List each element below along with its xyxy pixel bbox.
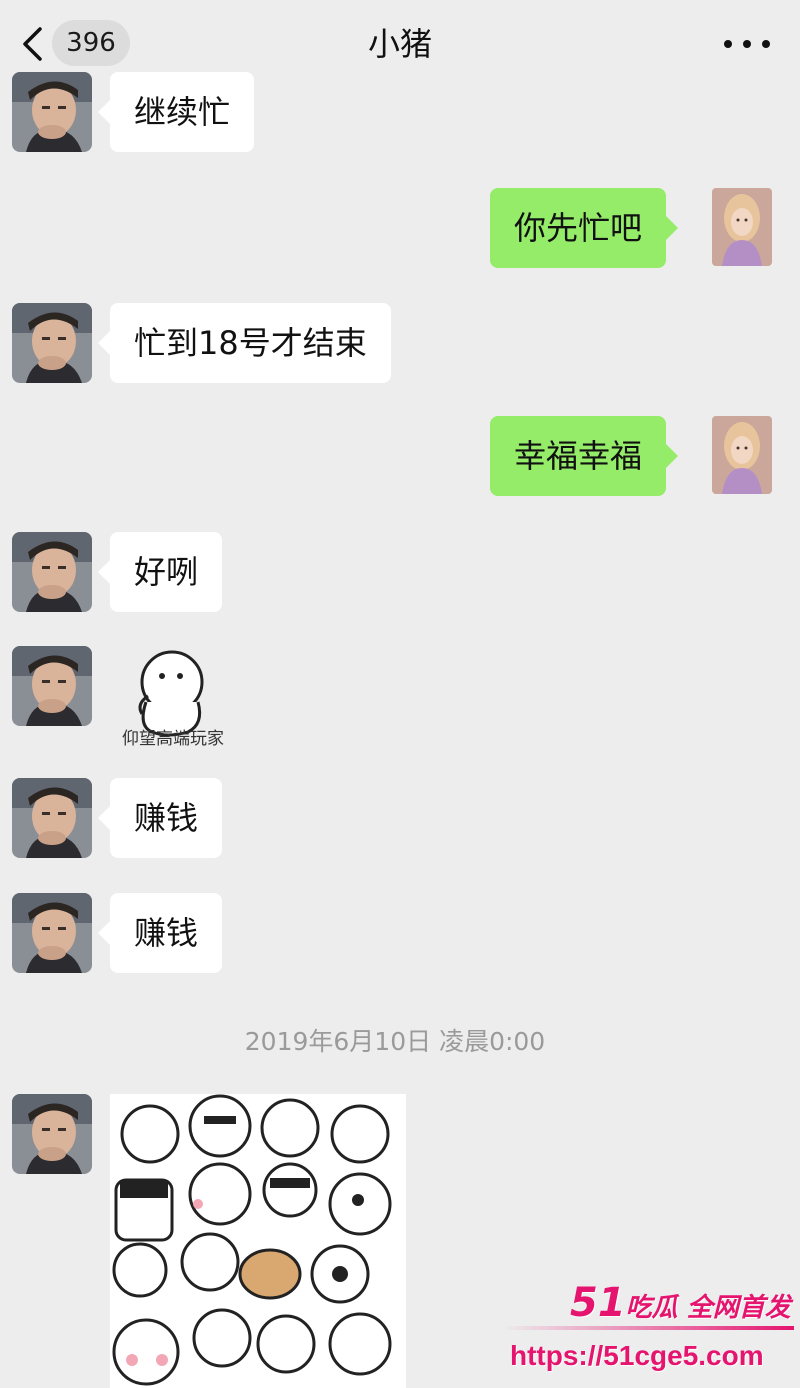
contact-avatar[interactable] [12, 72, 92, 152]
my-avatar[interactable] [712, 188, 772, 266]
sticker-image[interactable] [110, 1094, 406, 1388]
sticker-caption: 仰望高端玩家 [122, 729, 224, 749]
outgoing-message-bubble: 幸福幸福 [490, 416, 679, 496]
contact-avatar[interactable] [12, 303, 92, 383]
watermark-url: https://51cge5.com [510, 1340, 764, 1371]
chat-title: 小猪 [367, 25, 432, 63]
watermark-brand: 51吃瓜 全网首发 [570, 1280, 800, 1328]
outgoing-message-bubble: 你先忙吧 [490, 188, 679, 268]
chat-timestamp: 2019年6月10日 凌晨0:00 [244, 1027, 546, 1056]
contact-avatar[interactable] [12, 532, 92, 612]
incoming-message-bubble: 赚钱 [97, 893, 223, 973]
contact-avatar[interactable] [12, 778, 92, 858]
my-avatar[interactable] [712, 416, 772, 494]
incoming-message-bubble: 继续忙 [97, 72, 255, 152]
contact-avatar[interactable] [12, 1094, 92, 1174]
contact-avatar[interactable] [12, 893, 92, 973]
incoming-message-bubble: 赚钱 [97, 778, 223, 858]
watermark-divider [502, 1326, 794, 1330]
contact-avatar[interactable] [12, 646, 92, 726]
watermark-brand-number: 51 [570, 1280, 626, 1326]
incoming-message-bubble: 好咧 [97, 532, 223, 612]
watermark-brand-text: 吃瓜 全网首发 [625, 1293, 791, 1323]
incoming-message-bubble: 忙到18号才结束 [98, 303, 391, 383]
more-dots-icon[interactable] [724, 30, 770, 58]
